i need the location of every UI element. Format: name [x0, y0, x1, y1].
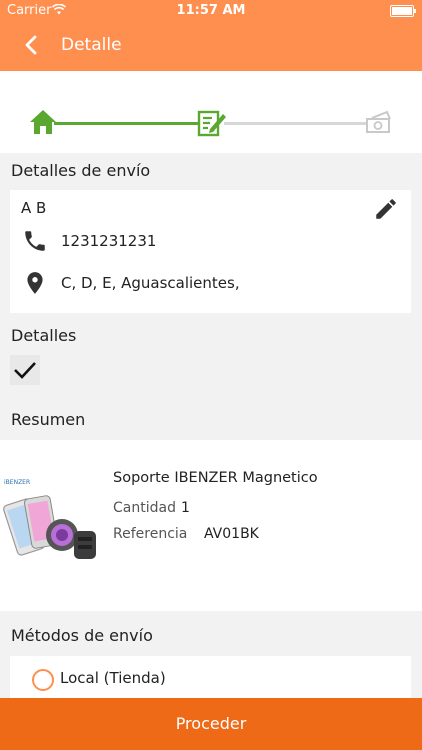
shipping-section-title: Detalles de envío — [11, 161, 151, 180]
phone-number: 1231231231 — [61, 232, 157, 250]
phone-icon — [25, 231, 45, 251]
quantity-value: 1 — [181, 500, 190, 516]
svg-text:iBENZER: iBENZER — [4, 479, 30, 486]
status-bar: Carrier 11:57 AM — [0, 0, 422, 22]
battery-icon — [390, 5, 416, 17]
step-progress-pending — [224, 122, 366, 125]
product-name: Soporte IBENZER Magnetico — [113, 470, 318, 486]
money-icon — [366, 110, 391, 133]
home-icon — [30, 110, 56, 134]
location-pin-icon — [27, 272, 43, 294]
page-title: Detalle — [61, 35, 122, 55]
shipping-methods-title: Métodos de envío — [11, 626, 153, 645]
reference-value: AV01BK — [204, 526, 259, 542]
shipping-address: C, D, E, Aguascalientes, — [61, 274, 240, 292]
step-progress-done — [54, 122, 199, 125]
status-time: 11:57 AM — [176, 3, 246, 18]
details-checkbox[interactable] — [10, 355, 40, 385]
details-section-title: Detalles — [11, 326, 77, 345]
edit-document-icon — [197, 110, 226, 137]
shipping-option-label[interactable]: Local (Tienda) — [60, 669, 166, 687]
reference-label: Referencia — [113, 526, 188, 542]
product-image: iBENZER — [3, 479, 96, 559]
checkout-stepper — [0, 71, 422, 153]
shipping-address-card: A B 1231231231 C, D, E, Aguascalientes, — [10, 190, 411, 313]
quantity-label: Cantidad — [113, 500, 176, 516]
nav-bar: Detalle — [0, 22, 422, 71]
checkmark-icon — [14, 362, 36, 379]
proceed-button[interactable]: Proceder — [0, 698, 422, 750]
radio-local-store[interactable] — [32, 669, 54, 691]
chevron-left-icon[interactable] — [20, 33, 44, 57]
recipient-name: A B — [21, 199, 47, 217]
edit-icon[interactable] — [373, 196, 399, 222]
summary-section-title: Resumen — [11, 410, 86, 429]
